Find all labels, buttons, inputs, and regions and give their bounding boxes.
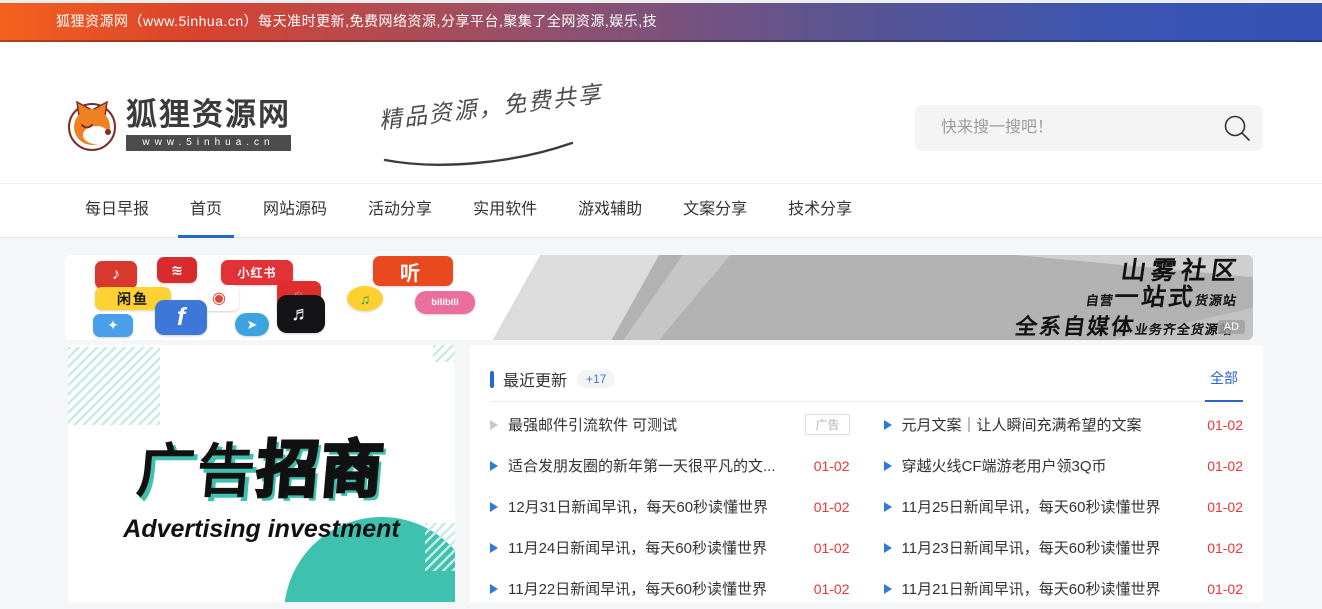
section-accent-bar — [490, 371, 494, 388]
arrow-icon — [884, 461, 892, 471]
logo-text: 狐狸资源网 www.5inhua.cn — [126, 99, 291, 151]
post-date: 01-02 — [1207, 458, 1243, 474]
list-column-right: 元月文案｜让人瞬间充满希望的文案 01-02 穿越火线CF端游老用户领3Q币 01-0… — [884, 404, 1244, 609]
site-header: 狐狸资源网 www.5inhua.cn 精品资源，免费共享 — [0, 42, 1322, 183]
post-date: 01-02 — [1207, 581, 1243, 597]
list-item[interactable]: 11月23日新闻早讯，每天60秒读懂世界 01-02 — [884, 527, 1244, 568]
top-banner-ad[interactable]: ♪≋小红书听闲鱼◉♨♫bilibili✦f➤♬ 山雾社区 自营一站式货源站 全系… — [65, 255, 1253, 340]
post-date: 01-02 — [814, 458, 850, 474]
ad-card-title: 广告招商 — [68, 419, 455, 509]
ad-label: AD — [1218, 320, 1245, 334]
notice-text: 狐狸资源网（www.5inhua.cn）每天准时更新,免费网络资源,分享平台,聚… — [0, 3, 1322, 40]
post-title[interactable]: 11月23日新闻早讯，每天60秒读懂世界 — [902, 537, 1196, 558]
list-item[interactable]: 适合发朋友圈的新年第一天很平凡的文... 01-02 — [490, 445, 850, 486]
post-date: 01-02 — [814, 581, 850, 597]
post-title[interactable]: 11月25日新闻早讯，每天60秒读懂世界 — [902, 496, 1196, 517]
twitter-icon: ✦ — [93, 314, 133, 337]
page: 狐狸资源网（www.5inhua.cn）每天准时更新,免费网络资源,分享平台,聚… — [0, 0, 1322, 602]
recent-updates-header: 最近更新 +17 全部 — [490, 357, 1243, 402]
site-slogan: 精品资源，免费共享 — [377, 74, 604, 135]
list-item[interactable]: 11月22日新闻早讯，每天60秒读懂世界 01-02 — [490, 568, 850, 609]
recent-updates-card: 最近更新 +17 全部 最强邮件引流软件 可测试广告适合发朋友圈的新年第一天很平… — [470, 345, 1263, 602]
tab-all[interactable]: 全部 — [1205, 356, 1243, 402]
nav-item-daily-report[interactable]: 每日早报 — [85, 184, 149, 237]
nav-item-home[interactable]: 首页 — [190, 184, 222, 237]
list-item[interactable]: 11月21日新闻早讯，每天60秒读懂世界 01-02 — [884, 568, 1244, 609]
nav-item-tech-share[interactable]: 技术分享 — [788, 184, 852, 237]
post-date: 01-02 — [1207, 499, 1243, 515]
section-title: 最近更新 — [503, 367, 567, 391]
banner-line2-suffix: 货源站 — [1194, 293, 1238, 308]
search-box — [915, 105, 1263, 151]
telegram-icon: ➤ — [235, 313, 269, 336]
main-nav: 每日早报首页网站源码活动分享实用软件游戏辅助文案分享技术分享 — [0, 183, 1322, 238]
arrow-icon — [490, 543, 498, 553]
teal-stripe-square — [433, 345, 455, 362]
post-date: 01-02 — [1207, 417, 1243, 433]
arrow-icon — [884, 543, 892, 553]
listen-app-icon: 听 — [373, 256, 453, 286]
post-title[interactable]: 11月21日新闻早讯，每天60秒读懂世界 — [902, 578, 1196, 599]
list-item[interactable]: 最强邮件引流软件 可测试广告 — [490, 404, 850, 445]
post-date: 01-02 — [814, 540, 850, 556]
bilibili-icon: bilibili — [415, 291, 475, 314]
nav-item-site-source[interactable]: 网站源码 — [263, 184, 327, 237]
arrow-icon — [490, 420, 498, 430]
nav-item-game-assist[interactable]: 游戏辅助 — [578, 184, 642, 237]
post-title[interactable]: 最强邮件引流软件 可测试 — [508, 414, 793, 435]
ximalaya-icon: ≋ — [157, 257, 197, 283]
list-item[interactable]: 11月24日新闻早讯，每天60秒读懂世界 01-02 — [490, 527, 850, 568]
ad-card-subtitle: Advertising investment — [68, 515, 455, 544]
list-item[interactable]: 12月31日新闻早讯，每天60秒读懂世界 01-02 — [490, 486, 850, 527]
nav-item-activity-share[interactable]: 活动分享 — [368, 184, 432, 237]
post-title[interactable]: 11月24日新闻早讯，每天60秒读懂世界 — [508, 537, 802, 558]
post-title[interactable]: 元月文案｜让人瞬间充满希望的文案 — [902, 414, 1196, 435]
nav-item-software[interactable]: 实用软件 — [473, 184, 537, 237]
search-input[interactable] — [915, 118, 1211, 138]
ad-title-white: 招商 — [254, 436, 388, 505]
post-title[interactable]: 适合发朋友圈的新年第一天很平凡的文... — [508, 455, 802, 476]
teal-stripe-square — [68, 347, 160, 425]
site-name: 狐狸资源网 — [126, 99, 291, 132]
banner-line1: 山雾社区 — [1021, 257, 1243, 285]
ad-badge: 广告 — [805, 414, 849, 435]
post-date: 01-02 — [814, 499, 850, 515]
advertising-investment-card[interactable]: 广告招商 Advertising investment — [68, 345, 455, 602]
slogan-swoosh — [382, 140, 577, 170]
netease-cloud-music-icon: ♪ — [95, 261, 137, 289]
arrow-icon — [490, 584, 498, 594]
arrow-icon — [884, 584, 892, 594]
banner-line2: 自营一站式货源站 — [1017, 285, 1239, 314]
fox-logo-icon — [65, 98, 119, 152]
post-title[interactable]: 穿越火线CF端游老用户领3Q币 — [902, 455, 1196, 476]
banner-line3: 全系自媒体业务齐全货源站 — [1013, 314, 1235, 340]
banner-line3-big: 全系自媒体 — [1013, 314, 1137, 339]
nav-item-copywriting[interactable]: 文案分享 — [683, 184, 747, 237]
arrow-icon — [490, 461, 498, 471]
list-item[interactable]: 11月25日新闻早讯，每天60秒读懂世界 01-02 — [884, 486, 1244, 527]
banner-line2-big: 一站式 — [1112, 284, 1197, 311]
site-domain: www.5inhua.cn — [126, 135, 291, 151]
list-column-left: 最强邮件引流软件 可测试广告适合发朋友圈的新年第一天很平凡的文...01-021… — [490, 404, 850, 609]
site-logo[interactable]: 狐狸资源网 www.5inhua.cn — [65, 98, 291, 152]
top-notice-bar: 狐狸资源网（www.5inhua.cn）每天准时更新,免费网络资源,分享平台,聚… — [0, 3, 1322, 40]
recent-updates-list: 最强邮件引流软件 可测试广告适合发朋友圈的新年第一天很平凡的文...01-021… — [490, 404, 1243, 609]
list-item[interactable]: 穿越火线CF端游老用户领3Q币 01-02 — [884, 445, 1244, 486]
post-date: 01-02 — [1207, 540, 1243, 556]
banner-ad-text: 山雾社区 自营一站式货源站 全系自媒体业务齐全货源站 — [1013, 257, 1243, 340]
douyin-icon: ♬ — [277, 295, 325, 333]
qq-music-icon: ♫ — [347, 286, 383, 311]
count-badge: +17 — [577, 370, 615, 388]
post-title[interactable]: 11月22日新闻早讯，每天60秒读懂世界 — [508, 578, 802, 599]
search-button[interactable] — [1211, 105, 1263, 151]
arrow-icon — [884, 420, 892, 430]
facebook-icon: f — [155, 300, 207, 335]
search-icon — [1223, 114, 1251, 142]
list-item[interactable]: 元月文案｜让人瞬间充满希望的文案 01-02 — [884, 404, 1244, 445]
banner-line2-prefix: 自营 — [1085, 293, 1115, 308]
post-title[interactable]: 12月31日新闻早讯，每天60秒读懂世界 — [508, 496, 802, 517]
arrow-icon — [884, 502, 892, 512]
ad-title-black: 广告 — [134, 439, 260, 504]
arrow-icon — [490, 502, 498, 512]
